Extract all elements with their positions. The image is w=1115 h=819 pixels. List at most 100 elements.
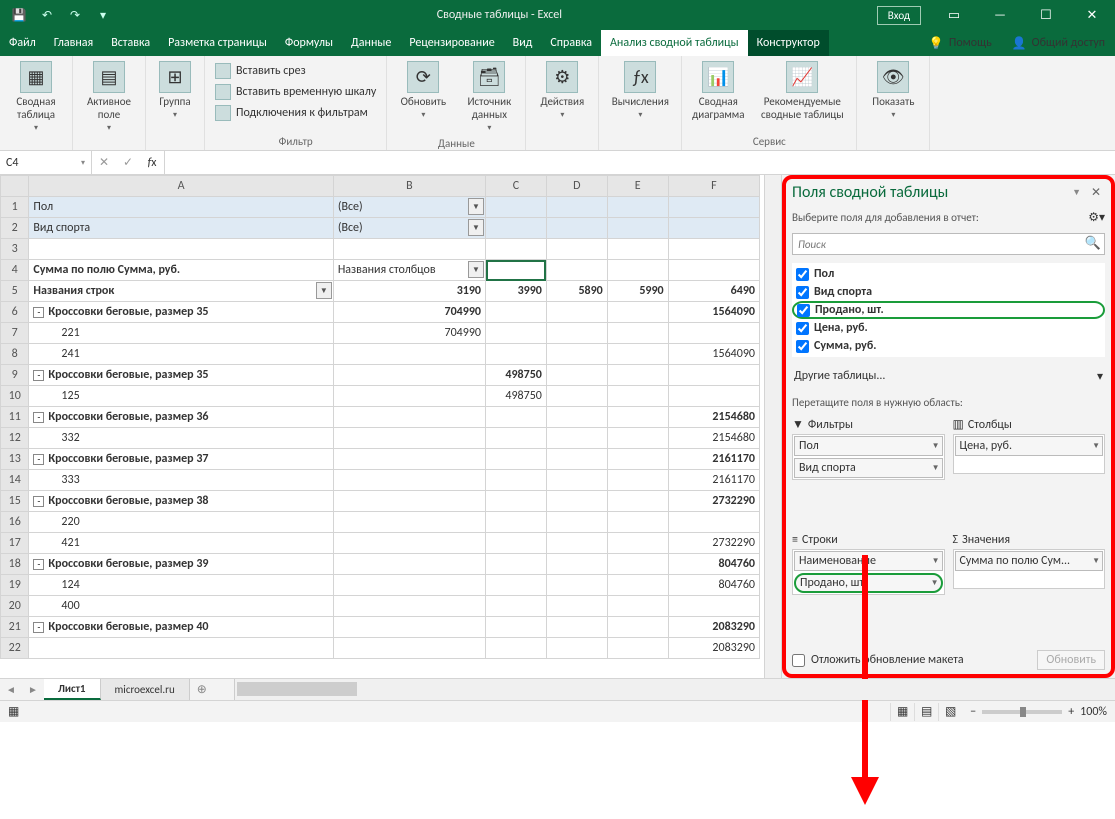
cell[interactable] — [546, 596, 607, 617]
save-icon[interactable]: 💾 — [6, 2, 32, 28]
cell[interactable] — [607, 470, 668, 491]
cell[interactable] — [333, 575, 485, 596]
cell[interactable] — [607, 197, 668, 218]
cell[interactable] — [668, 365, 759, 386]
cell[interactable]: -Кроссовки беговые, размер 37 — [29, 449, 333, 470]
cell[interactable] — [333, 533, 485, 554]
tell-me-button[interactable]: 💡Помощь — [919, 30, 1002, 56]
cell[interactable]: 2154680 — [668, 428, 759, 449]
expand-icon[interactable]: - — [33, 412, 44, 423]
cell[interactable] — [486, 218, 547, 239]
calculations-button[interactable]: ƒxВычисления▾ — [603, 59, 677, 122]
cell[interactable]: 704990 — [333, 323, 485, 344]
cell[interactable] — [486, 554, 547, 575]
row-header[interactable]: 8 — [1, 344, 29, 365]
row-header[interactable]: 9 — [1, 365, 29, 386]
cell[interactable] — [668, 512, 759, 533]
row-header[interactable]: 5 — [1, 281, 29, 302]
cell[interactable]: 498750 — [486, 365, 547, 386]
row-header[interactable]: 17 — [1, 533, 29, 554]
cell[interactable]: 400 — [29, 596, 333, 617]
cell[interactable] — [607, 449, 668, 470]
cell[interactable] — [668, 239, 759, 260]
cell[interactable] — [486, 491, 547, 512]
cell[interactable] — [546, 218, 607, 239]
cell[interactable]: 2161170 — [668, 470, 759, 491]
dropdown-icon[interactable]: ▼ — [468, 261, 484, 278]
cell[interactable] — [546, 449, 607, 470]
cell[interactable] — [546, 617, 607, 638]
formula-input[interactable] — [165, 151, 1115, 174]
cell[interactable] — [607, 407, 668, 428]
cell[interactable]: 2732290 — [668, 533, 759, 554]
row-header[interactable]: 12 — [1, 428, 29, 449]
cell[interactable] — [333, 470, 485, 491]
field-search[interactable]: 🔍 — [792, 233, 1105, 255]
other-tables-link[interactable]: Другие таблицы...▾ — [792, 365, 1105, 388]
cell[interactable] — [546, 638, 607, 659]
vertical-scrollbar[interactable] — [764, 175, 781, 678]
cell[interactable]: 332 — [29, 428, 333, 449]
worksheet[interactable]: ABCDEF1Пол(Все)▼2Вид спорта(Все)▼34Сумма… — [0, 175, 764, 678]
cell[interactable] — [486, 638, 547, 659]
row-header[interactable]: 16 — [1, 512, 29, 533]
col-header-C[interactable]: C — [486, 176, 547, 197]
sheet-tab-2[interactable]: microexcel.ru — [101, 679, 190, 700]
cell[interactable] — [333, 365, 485, 386]
cell[interactable] — [486, 428, 547, 449]
cell[interactable] — [29, 239, 333, 260]
cell[interactable] — [546, 533, 607, 554]
tab-file[interactable]: Файл — [0, 30, 45, 56]
cell[interactable] — [333, 407, 485, 428]
cell[interactable] — [486, 344, 547, 365]
expand-icon[interactable]: - — [33, 622, 44, 633]
cell[interactable] — [333, 344, 485, 365]
cell[interactable] — [333, 386, 485, 407]
cell[interactable] — [486, 512, 547, 533]
cell[interactable]: -Кроссовки беговые, размер 36 — [29, 407, 333, 428]
gear-icon[interactable]: ⚙▾ — [1088, 210, 1105, 225]
insert-timeline-button[interactable]: Вставить временную шкалу — [211, 82, 380, 102]
field-sum[interactable]: Сумма, руб. — [792, 337, 1105, 355]
zoom-out-icon[interactable]: − — [970, 705, 976, 719]
row-header[interactable]: 7 — [1, 323, 29, 344]
tab-layout[interactable]: Разметка страницы — [159, 30, 276, 56]
cell[interactable] — [607, 533, 668, 554]
cell[interactable]: 498750 — [486, 386, 547, 407]
row-header[interactable]: 1 — [1, 197, 29, 218]
cell[interactable] — [486, 302, 547, 323]
cell[interactable]: 2154680 — [668, 407, 759, 428]
add-sheet-icon[interactable]: ⊕ — [190, 679, 214, 700]
col-header-A[interactable]: A — [29, 176, 333, 197]
maximize-button[interactable]: ☐ — [1023, 0, 1069, 30]
cell[interactable]: 6490 — [668, 281, 759, 302]
sheet-tab-1[interactable]: Лист1 — [44, 679, 101, 700]
cell[interactable]: 1564090 — [668, 344, 759, 365]
cell[interactable]: Сумма по полю Сумма, руб. — [29, 260, 333, 281]
cell[interactable] — [333, 449, 485, 470]
cell[interactable]: 220 — [29, 512, 333, 533]
field-search-input[interactable] — [792, 233, 1105, 255]
expand-icon[interactable]: - — [33, 559, 44, 570]
cell[interactable]: -Кроссовки беговые, размер 40 — [29, 617, 333, 638]
view-layout-icon[interactable]: ▤ — [914, 703, 938, 721]
tab-help[interactable]: Справка — [541, 30, 601, 56]
tab-view[interactable]: Вид — [504, 30, 542, 56]
field-price[interactable]: Цена, руб. — [792, 319, 1105, 337]
cell[interactable]: 2161170 — [668, 449, 759, 470]
qat-customize-icon[interactable]: ▾ — [90, 2, 116, 28]
col-header-E[interactable]: E — [607, 176, 668, 197]
cell[interactable] — [486, 596, 547, 617]
cell[interactable]: 1564090 — [668, 302, 759, 323]
cell[interactable] — [546, 470, 607, 491]
cell[interactable]: 333 — [29, 470, 333, 491]
cell[interactable] — [546, 512, 607, 533]
cell[interactable] — [607, 302, 668, 323]
cell[interactable] — [486, 533, 547, 554]
cell[interactable] — [333, 617, 485, 638]
cell[interactable]: Пол — [29, 197, 333, 218]
row-item-name[interactable]: Наименование▼ — [794, 551, 943, 571]
cell[interactable] — [607, 260, 668, 281]
cell[interactable] — [607, 491, 668, 512]
cell[interactable]: 241 — [29, 344, 333, 365]
